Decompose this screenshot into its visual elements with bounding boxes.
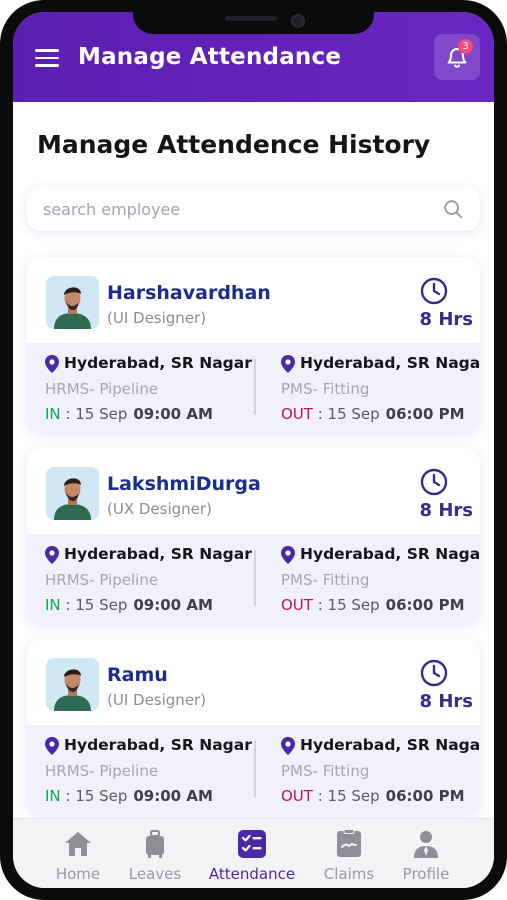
nav-label-profile: Profile [402,865,450,883]
in-time-row: IN : 15 Sep 09:00 AM [45,405,213,423]
clock-icon [420,659,448,687]
search-bar [27,187,480,231]
clock-icon [420,277,448,305]
check-details: Hyderabad, SR Nagar HRMS- Pipeline IN : … [27,534,480,623]
employee-role: (UI Designer) [107,691,207,709]
in-location-text: Hyderabad, SR Nagar [64,736,252,754]
out-tag: OUT [281,405,313,423]
in-time: 09:00 AM [133,596,213,614]
in-time: 09:00 AM [133,405,213,423]
person-icon [414,831,438,858]
attendance-card[interactable]: LakshmiDurga (UX Designer) 8 Hrs Hyderab… [27,448,480,623]
in-project: HRMS- Pipeline [45,380,159,398]
out-project: PMS- Fitting [281,762,370,780]
out-date: : 15 Sep [312,405,380,423]
in-project: HRMS- Pipeline [45,571,159,589]
claims-icon [337,829,361,857]
worked-hours: 8 Hrs [419,691,473,712]
in-time: 09:00 AM [133,787,213,805]
app-bar-title: Manage Attendance [78,44,342,70]
out-date: : 15 Sep [312,596,380,614]
check-details: Hyderabad, SR Nagar HRMS- Pipeline IN : … [27,343,480,432]
check-details: Hyderabad, SR Nagar HRMS- Pipeline IN : … [27,725,480,814]
in-time-row: IN : 15 Sep 09:00 AM [45,596,213,614]
bottom-navigation: Home Leaves Attendance Claims Profile [13,818,494,888]
location-pin-icon [281,737,295,755]
nav-attendance[interactable]: Attendance [207,819,297,888]
menu-icon[interactable] [35,49,59,67]
employee-name: Harshavardhan [107,282,271,304]
out-time: 06:00 PM [385,596,465,614]
out-location-text: Hyderabad, SR Nagar [300,545,480,563]
out-time: 06:00 PM [385,787,465,805]
notifications-button[interactable]: 3 [434,34,480,80]
speaker-grille [225,16,277,21]
home-icon [65,832,91,856]
location-pin-icon [45,737,59,755]
out-tag: OUT [281,596,313,614]
out-time: 06:00 PM [385,405,465,423]
in-tag: IN [45,787,61,805]
in-time-row: IN : 15 Sep 09:00 AM [45,787,213,805]
out-project: PMS- Fitting [281,380,370,398]
nav-leaves[interactable]: Leaves [110,819,200,888]
in-project: HRMS- Pipeline [45,762,159,780]
attendance-card[interactable]: Ramu (UI Designer) 8 Hrs Hyderabad, SR N… [27,639,480,814]
in-date: : 15 Sep [60,405,128,423]
camera-icon [291,14,305,28]
in-date: : 15 Sep [60,596,128,614]
nav-label-attendance: Attendance [208,865,296,883]
page-title: Manage Attendence History [37,130,431,159]
nav-profile[interactable]: Profile [381,819,471,888]
app-screen: Manage Attendance 3 Manage Attendence Hi… [13,12,494,888]
phone-frame: Manage Attendance 3 Manage Attendence Hi… [0,0,507,900]
divider [254,741,256,797]
employee-name: Ramu [107,664,168,686]
checklist-icon [238,830,266,858]
location-pin-icon [281,355,295,373]
in-location-text: Hyderabad, SR Nagar [64,545,252,563]
worked-hours: 8 Hrs [419,309,473,330]
out-tag: OUT [281,787,313,805]
device-notch [133,12,374,34]
out-time-row: OUT : 15 Sep 06:00 PM [281,787,465,805]
notification-badge: 3 [458,39,473,54]
avatar [46,276,99,329]
location-pin-icon [45,546,59,564]
worked-hours: 8 Hrs [419,500,473,521]
avatar [46,658,99,711]
employee-role: (UX Designer) [107,500,212,518]
out-location-text: Hyderabad, SR Nagar [300,736,480,754]
out-time-row: OUT : 15 Sep 06:00 PM [281,405,465,423]
in-location-text: Hyderabad, SR Nagar [64,354,252,372]
in-tag: IN [45,596,61,614]
out-time-row: OUT : 15 Sep 06:00 PM [281,596,465,614]
divider [254,550,256,606]
employee-name: LakshmiDurga [107,473,261,495]
location-pin-icon [281,546,295,564]
out-date: : 15 Sep [312,787,380,805]
out-project: PMS- Fitting [281,571,370,589]
location-pin-icon [45,355,59,373]
employee-role: (UI Designer) [107,309,207,327]
out-location-text: Hyderabad, SR Nagar [300,354,480,372]
clock-icon [420,468,448,496]
in-date: : 15 Sep [60,787,128,805]
search-input[interactable] [43,196,423,222]
avatar [46,467,99,520]
in-tag: IN [45,405,61,423]
divider [254,359,256,415]
nav-label-leaves: Leaves [128,865,182,883]
luggage-icon [146,830,164,858]
attendance-card[interactable]: Harshavardhan (UI Designer) 8 Hrs Hydera… [27,257,480,432]
search-icon[interactable] [442,198,464,220]
